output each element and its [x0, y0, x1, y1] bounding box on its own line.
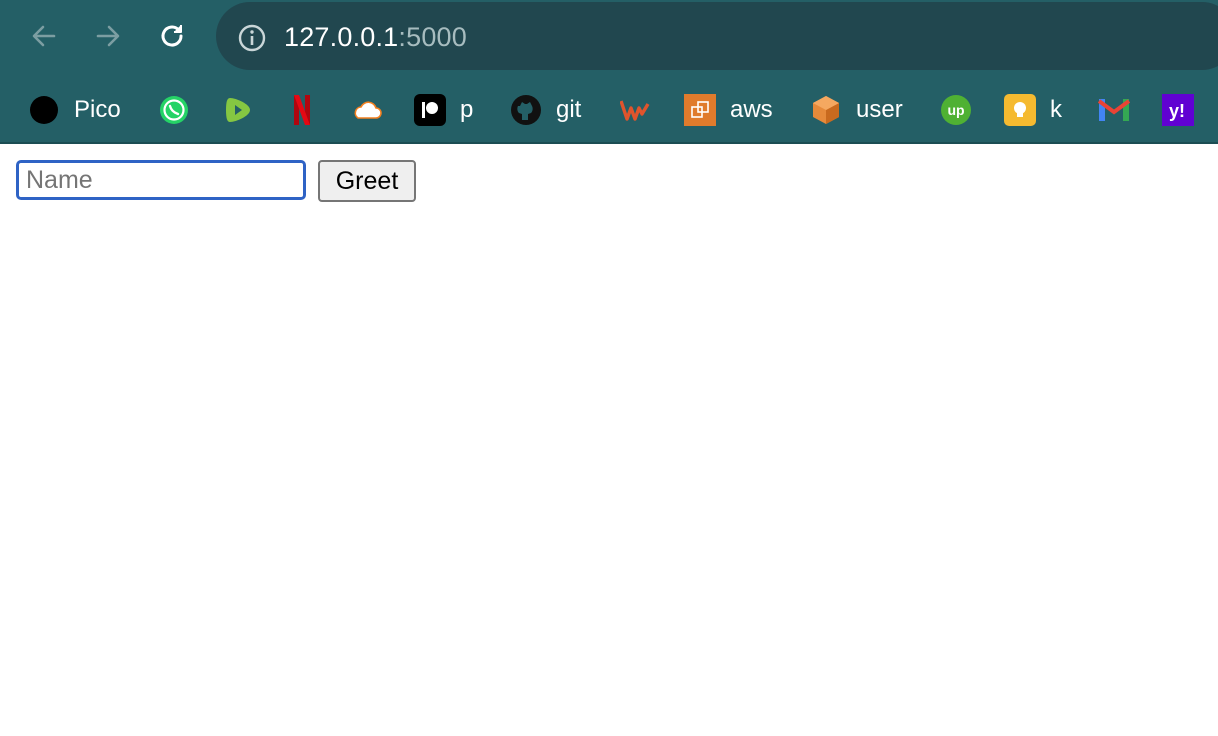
bookmark-patreon[interactable]: p — [414, 92, 473, 128]
bookmark-upwork[interactable]: up — [940, 92, 972, 128]
netflix-icon — [286, 94, 318, 126]
greet-button[interactable]: Greet — [318, 160, 416, 202]
bookmark-label: Pico — [74, 96, 121, 123]
bookmark-label: p — [460, 96, 474, 123]
rumble-icon — [222, 94, 254, 126]
orange-cube-icon — [810, 94, 842, 126]
lightbulb-icon — [1004, 94, 1036, 126]
bookmark-gmail[interactable] — [1098, 92, 1130, 128]
cloud-icon — [350, 94, 382, 126]
url-host: 127.0.0.1 — [284, 22, 399, 52]
bookmark-rumble[interactable] — [222, 92, 254, 128]
github-icon — [510, 94, 542, 126]
back-button[interactable] — [24, 16, 64, 56]
upwork-icon: up — [940, 94, 972, 126]
arrow-left-icon — [32, 25, 56, 47]
wr-logo-icon — [620, 94, 652, 126]
svg-text:up: up — [947, 102, 964, 118]
browser-toolbar: 127.0.0.1:5000 — [0, 0, 1218, 72]
forward-button[interactable] — [88, 16, 128, 56]
bookmark-cloud[interactable] — [350, 92, 382, 128]
bookmark-yahoo[interactable]: y! — [1162, 92, 1194, 128]
url-text[interactable]: 127.0.0.1:5000 — [284, 20, 467, 54]
whatsapp-icon — [158, 94, 190, 126]
bookmark-netflix[interactable] — [286, 92, 318, 128]
bookmark-pico[interactable]: Pico — [28, 92, 121, 128]
name-input[interactable] — [16, 160, 306, 200]
address-bar[interactable]: 127.0.0.1:5000 — [216, 2, 1218, 70]
bookmark-aws[interactable]: aws — [684, 92, 773, 128]
aws-icon — [684, 94, 716, 126]
gmail-icon — [1098, 94, 1130, 126]
black-circle-icon — [28, 94, 60, 126]
bookmark-whatsapp[interactable] — [158, 92, 190, 128]
bookmark-label: git — [556, 96, 582, 123]
bookmark-k[interactable]: k — [1004, 92, 1062, 128]
reload-icon — [161, 25, 183, 47]
yahoo-icon: y! — [1162, 94, 1194, 126]
patreon-icon — [414, 94, 446, 126]
page-content: Greet — [0, 144, 1218, 736]
arrow-right-icon — [96, 25, 120, 47]
bookmark-user[interactable]: user — [810, 92, 903, 128]
bookmark-label: user — [856, 96, 903, 123]
bookmark-label: aws — [730, 96, 773, 123]
bookmarks-bar: Pico p git aws user up k y! — [0, 72, 1218, 144]
url-port: :5000 — [398, 22, 467, 52]
reload-button[interactable] — [152, 16, 192, 56]
svg-text:y!: y! — [1169, 101, 1185, 121]
info-icon[interactable] — [236, 22, 268, 54]
bookmark-github[interactable]: git — [510, 92, 581, 128]
bookmark-label: k — [1050, 96, 1062, 123]
bookmark-wr[interactable] — [620, 92, 652, 128]
